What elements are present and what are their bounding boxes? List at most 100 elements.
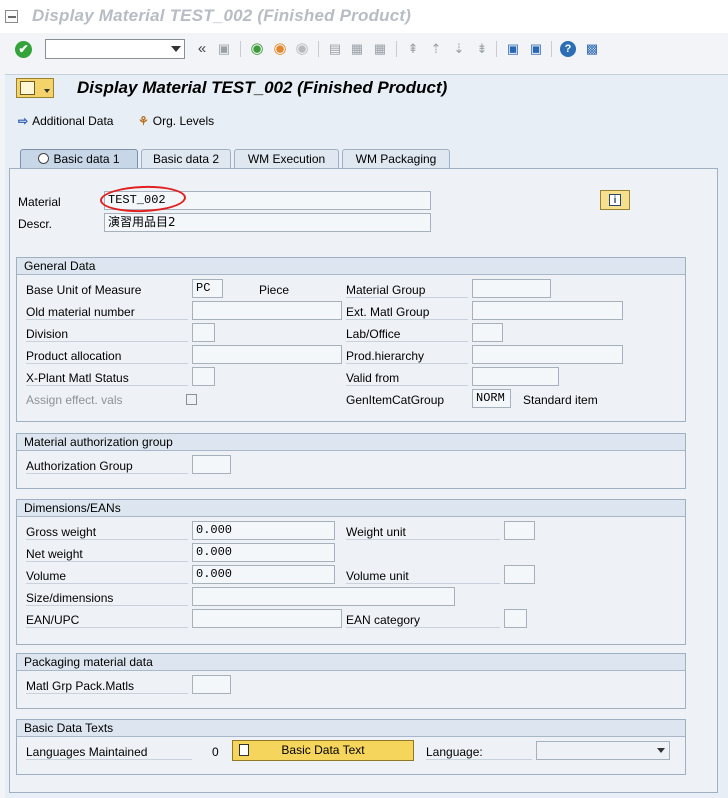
- volume-field[interactable]: 0.000: [192, 565, 335, 584]
- menu-icon[interactable]: [5, 10, 18, 23]
- info-icon: i: [609, 194, 621, 206]
- arrow-right-icon: ⇨: [18, 114, 29, 128]
- product-allocation-field[interactable]: [192, 345, 342, 364]
- ext-matl-group-field[interactable]: [472, 301, 623, 320]
- find-next-icon[interactable]: ▦: [371, 40, 389, 58]
- next-page-icon[interactable]: ⇣: [450, 40, 468, 58]
- additional-data-button[interactable]: ⇨ Additional Data: [18, 114, 113, 128]
- prod-hierarchy-field[interactable]: [472, 345, 623, 364]
- info-button[interactable]: i: [600, 190, 630, 210]
- authorization-group-field[interactable]: [192, 455, 231, 474]
- org-levels-button[interactable]: ⚘ Org. Levels: [138, 114, 214, 128]
- gen-item-cat-group-field[interactable]: NORM: [472, 389, 511, 408]
- toolbar-separator: [396, 41, 397, 57]
- valid-from-label: Valid from: [346, 371, 468, 386]
- toolbar-separator: [318, 41, 319, 57]
- size-dimensions-field[interactable]: [192, 587, 455, 606]
- chevron-down-icon: [44, 89, 50, 93]
- save-icon[interactable]: ▣: [215, 40, 233, 58]
- help-icon[interactable]: ?: [560, 41, 576, 57]
- gross-weight-field[interactable]: 0.000: [192, 521, 335, 540]
- find-icon[interactable]: ▦: [348, 40, 366, 58]
- tab-label: Basic data 1: [53, 152, 120, 166]
- valid-from-field[interactable]: [472, 367, 559, 386]
- chevron-down-icon[interactable]: [657, 748, 665, 753]
- chevron-down-icon[interactable]: [171, 46, 181, 52]
- hierarchy-icon: ⚘: [138, 114, 149, 128]
- product-allocation-label: Product allocation: [26, 349, 188, 364]
- tab-basic-data-2[interactable]: Basic data 2: [141, 149, 231, 169]
- ext-matl-group-label: Ext. Matl Group: [346, 305, 468, 320]
- basic-data-text-label: Basic Data Text: [281, 743, 365, 757]
- tab-label: WM Execution: [247, 152, 326, 166]
- basic-data-text-button[interactable]: Basic Data Text: [232, 740, 414, 761]
- tab-wm-execution[interactable]: WM Execution: [234, 149, 339, 169]
- previous-page-icon[interactable]: ⇡: [427, 40, 445, 58]
- xplant-status-field[interactable]: [192, 367, 215, 386]
- xplant-status-label: X-Plant Matl Status: [26, 371, 188, 386]
- back-icon[interactable]: ◉: [248, 40, 266, 58]
- old-material-field[interactable]: [192, 301, 342, 320]
- lab-office-label: Lab/Office: [346, 327, 468, 342]
- tab-basic-data-1[interactable]: Basic data 1: [20, 149, 138, 169]
- descr-label: Descr.: [18, 217, 53, 231]
- descr-field[interactable]: 演習用品目2: [104, 213, 431, 232]
- volume-label: Volume: [26, 569, 188, 584]
- size-dimensions-label: Size/dimensions: [26, 591, 188, 606]
- tab-label: Basic data 2: [152, 152, 220, 166]
- title-bar: Display Material TEST_002 (Finished Prod…: [0, 0, 728, 34]
- authorization-group-label: Authorization Group: [26, 459, 188, 474]
- create-session-icon[interactable]: ▣: [504, 40, 522, 58]
- active-tab-icon: [38, 153, 50, 164]
- gross-weight-label: Gross weight: [26, 525, 188, 540]
- org-levels-label: Org. Levels: [152, 114, 215, 128]
- material-label: Material: [18, 195, 61, 209]
- base-uom-field[interactable]: PC: [192, 279, 223, 298]
- language-label: Language:: [426, 745, 532, 760]
- ean-upc-label: EAN/UPC: [26, 613, 188, 628]
- toolbar-separator: [240, 41, 241, 57]
- ean-category-field[interactable]: [504, 609, 527, 628]
- gen-item-cat-group-text: Standard item: [523, 393, 598, 407]
- toolbar-separator: [551, 41, 552, 57]
- command-field[interactable]: [45, 39, 185, 59]
- language-select[interactable]: [536, 741, 670, 760]
- views-menu-button[interactable]: [16, 78, 54, 98]
- lab-office-field[interactable]: [472, 323, 503, 342]
- tab-wm-packaging[interactable]: WM Packaging: [342, 149, 450, 169]
- languages-maintained-count: 0: [212, 745, 219, 759]
- last-page-icon[interactable]: ⇟: [473, 40, 491, 58]
- enter-check-icon[interactable]: ✔: [15, 41, 32, 58]
- assign-effect-vals-label: Assign effect. vals: [26, 393, 123, 407]
- volume-unit-field[interactable]: [504, 565, 535, 584]
- volume-unit-label: Volume unit: [346, 569, 500, 584]
- print-icon[interactable]: ▤: [326, 40, 344, 58]
- weight-unit-label: Weight unit: [346, 525, 500, 540]
- views-icon: [20, 81, 35, 95]
- base-uom-text: Piece: [259, 283, 290, 297]
- group-title: Dimensions/EANs: [17, 500, 685, 517]
- assign-effect-vals-checkbox[interactable]: [186, 394, 197, 405]
- languages-maintained-label: Languages Maintained: [26, 745, 192, 760]
- exit-icon[interactable]: ◉: [271, 40, 289, 58]
- additional-data-label: Additional Data: [32, 114, 114, 128]
- cancel-icon[interactable]: ◉: [293, 40, 311, 58]
- matl-grp-pack-field[interactable]: [192, 675, 231, 694]
- tab-label: WM Packaging: [355, 152, 437, 166]
- division-field[interactable]: [192, 323, 215, 342]
- layout-icon[interactable]: ▩: [583, 40, 601, 58]
- window-title: Display Material TEST_002 (Finished Prod…: [32, 6, 412, 25]
- first-page-icon[interactable]: ⇞: [404, 40, 422, 58]
- base-uom-label: Base Unit of Measure: [26, 283, 142, 297]
- group-title: General Data: [17, 258, 685, 275]
- material-group-field[interactable]: [472, 279, 551, 298]
- collapse-icon[interactable]: «: [193, 40, 211, 58]
- weight-unit-field[interactable]: [504, 521, 535, 540]
- material-group-label: Material Group: [346, 283, 468, 298]
- net-weight-field[interactable]: 0.000: [192, 543, 335, 562]
- gen-item-cat-group-label: GenItemCatGroup: [346, 393, 445, 407]
- matl-grp-pack-label: Matl Grp Pack.Matls: [26, 679, 188, 694]
- shortcut-icon[interactable]: ▣: [527, 40, 545, 58]
- group-title: Packaging material data: [17, 654, 685, 671]
- ean-upc-field[interactable]: [192, 609, 342, 628]
